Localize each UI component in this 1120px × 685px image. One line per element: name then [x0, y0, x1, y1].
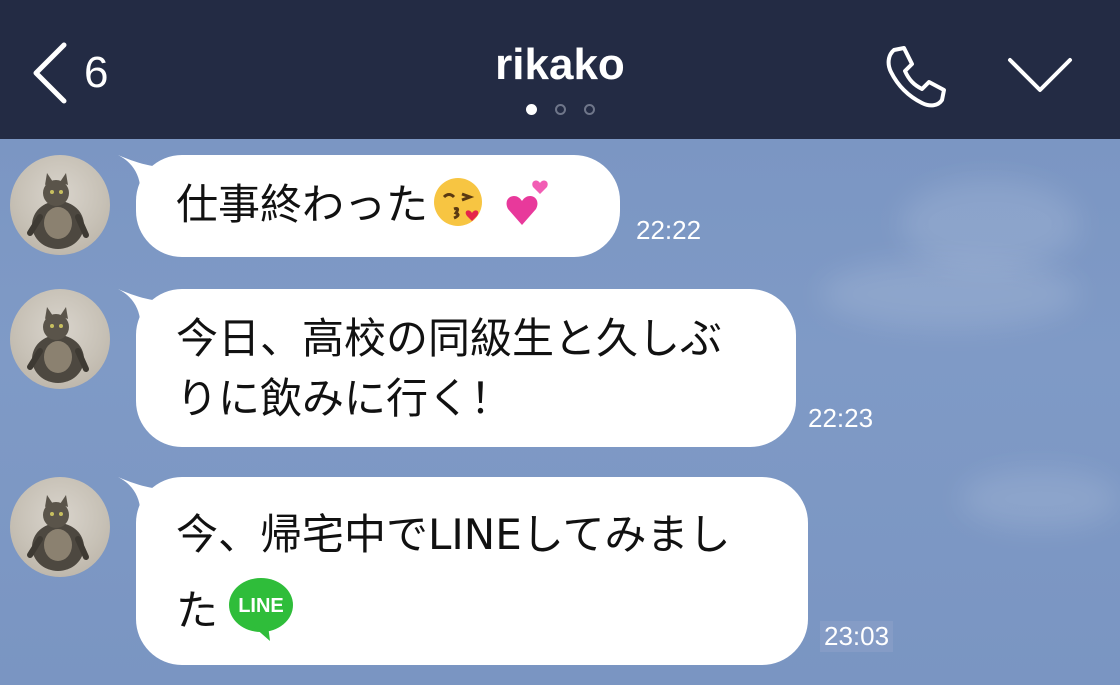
page-dot-1[interactable] — [525, 104, 537, 115]
cat-avatar-icon — [27, 495, 89, 571]
line-logo-icon: LINE — [229, 578, 294, 641]
avatar[interactable] — [10, 289, 110, 389]
message-time: 22:22 — [636, 215, 702, 245]
background-cloud — [820, 259, 1080, 329]
message-bubble[interactable]: 仕事終わった — [136, 155, 620, 257]
page-indicator — [0, 104, 1120, 115]
background-cloud — [960, 469, 1120, 529]
message-text-line1: 今、帰宅中でLINEしてみまし — [176, 510, 731, 559]
message-bubble[interactable]: 今、帰宅中でLINEしてみまし た LINE — [136, 477, 808, 665]
chevron-down-icon — [1008, 58, 1072, 92]
kissing-face-icon — [434, 178, 483, 226]
page-dot-3[interactable] — [583, 104, 595, 115]
cat-avatar-icon — [27, 173, 89, 249]
phone-icon — [886, 46, 946, 108]
two-hearts-icon — [506, 180, 548, 225]
background-cloud — [900, 179, 1080, 269]
chat-title: rikako — [495, 40, 625, 89]
page-dot-2[interactable] — [554, 104, 566, 115]
avatar[interactable] — [10, 155, 110, 255]
menu-dropdown-button[interactable] — [1004, 48, 1076, 104]
chat-area[interactable]: 仕事終わった 22:22 今日、高校の同級生と久しぶ りに飲みに行く！ 22:2… — [0, 139, 1120, 685]
call-button[interactable] — [880, 42, 950, 112]
avatar[interactable] — [10, 477, 110, 577]
message-time: 23:03 — [820, 621, 894, 652]
message-bubble[interactable]: 今日、高校の同級生と久しぶ りに飲みに行く！ — [136, 289, 796, 447]
message-text-line2: りに飲みに行く！ — [176, 374, 513, 423]
message-text-line2: た — [176, 586, 219, 635]
cat-avatar-icon — [27, 307, 89, 383]
message-text: 仕事終わった — [176, 180, 429, 229]
chat-header: 6 rikako — [0, 0, 1120, 139]
message-text-line1: 今日、高校の同級生と久しぶ — [176, 314, 723, 363]
message-time: 22:23 — [808, 403, 874, 433]
line-logo-text: LINE — [238, 595, 284, 617]
